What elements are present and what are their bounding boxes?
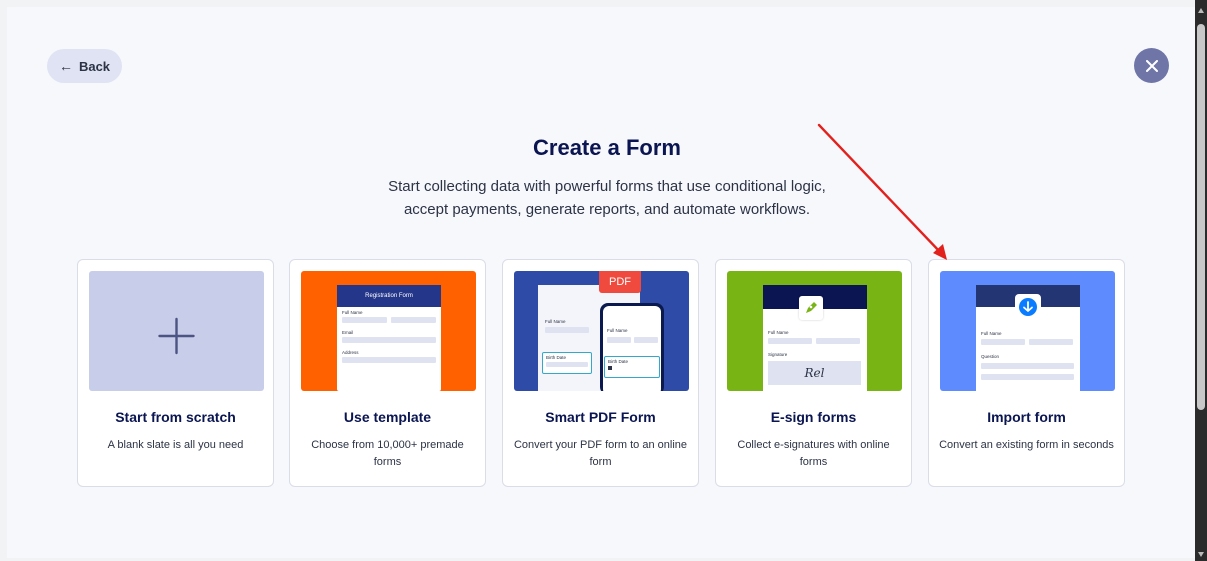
card-smart-pdf-form[interactable]: Full Name Birth Date PDF Full Name Birth… <box>502 259 699 487</box>
card-title: Import form <box>987 409 1066 425</box>
scratch-thumbnail <box>89 271 264 391</box>
field-label: Full Name <box>981 331 1002 336</box>
field-label: Full Name <box>545 319 566 324</box>
phone-preview: Full Name Birth Date <box>600 303 664 391</box>
plus-icon <box>158 317 195 355</box>
card-start-from-scratch[interactable]: Start from scratch A blank slate is all … <box>77 259 274 487</box>
card-title: E-sign forms <box>770 409 857 425</box>
page-title: Create a Form <box>533 135 681 160</box>
field-label: Birth Date <box>546 355 567 360</box>
scroll-thumb[interactable] <box>1197 24 1205 410</box>
pdf-thumbnail: Full Name Birth Date PDF Full Name Birth… <box>514 271 689 391</box>
subtitle-line-2: accept payments, generate reports, and a… <box>403 201 811 218</box>
template-thumbnail: Registration Form Full Name Email Addres… <box>301 271 476 391</box>
card-use-template[interactable]: Registration Form Full Name Email Addres… <box>289 259 486 487</box>
field-label: Full Name <box>768 330 789 335</box>
back-button[interactable]: ← Back <box>47 49 122 83</box>
card-import-form[interactable]: Full Name Question Import form Convert a… <box>928 259 1125 487</box>
card-description: Collect e-signatures with online forms <box>737 439 890 468</box>
scroll-up-icon[interactable] <box>1198 8 1204 13</box>
field-label: Question <box>981 354 1000 359</box>
import-thumbnail: Full Name Question <box>940 271 1115 391</box>
close-icon <box>1145 59 1158 72</box>
field-label: Signature <box>768 352 788 357</box>
back-arrow-icon: ← <box>58 58 73 74</box>
field-label: Full Name <box>342 310 363 315</box>
highlighted-field: Birth Date <box>542 352 592 374</box>
form-preview: Registration Form Full Name Email Addres… <box>337 285 441 391</box>
scroll-down-icon[interactable] <box>1198 552 1204 557</box>
card-title: Start from scratch <box>115 409 236 425</box>
card-description: A blank slate is all you need <box>107 439 244 451</box>
page-subtitle: Start collecting data with powerful form… <box>7 175 1207 221</box>
field-label: Full Name <box>607 328 628 333</box>
scrollbar[interactable] <box>1195 0 1207 561</box>
pdf-badge: PDF <box>599 271 641 293</box>
close-button[interactable] <box>1134 48 1169 83</box>
back-label: Back <box>78 58 111 74</box>
download-icon <box>1015 294 1041 320</box>
highlighted-field: Birth Date <box>604 356 660 378</box>
pen-icon <box>799 296 823 320</box>
card-description: Convert an existing form in seconds <box>939 439 1114 451</box>
field-label: Address <box>342 350 359 355</box>
card-description: Convert your PDF form to an online form <box>513 439 688 468</box>
card-description: Choose from 10,000+ premade forms <box>311 439 464 468</box>
field-label: Email <box>342 330 354 335</box>
page: ← Back Create a Form Start collecting da… <box>7 7 1195 558</box>
card-e-sign-forms[interactable]: Full Name Signature Rel E-sign forms Col… <box>715 259 912 487</box>
signature-box: Rel <box>768 361 861 385</box>
card-title: Use template <box>343 409 432 425</box>
subtitle-line-1: Start collecting data with powerful form… <box>388 178 826 195</box>
card-title: Smart PDF Form <box>545 409 656 425</box>
field-label: Birth Date <box>608 359 629 364</box>
form-preview: Full Name Question <box>976 285 1080 391</box>
form-preview-title: Registration Form <box>337 285 441 307</box>
form-preview: Full Name Signature Rel <box>763 285 867 391</box>
esign-thumbnail: Full Name Signature Rel <box>727 271 902 391</box>
